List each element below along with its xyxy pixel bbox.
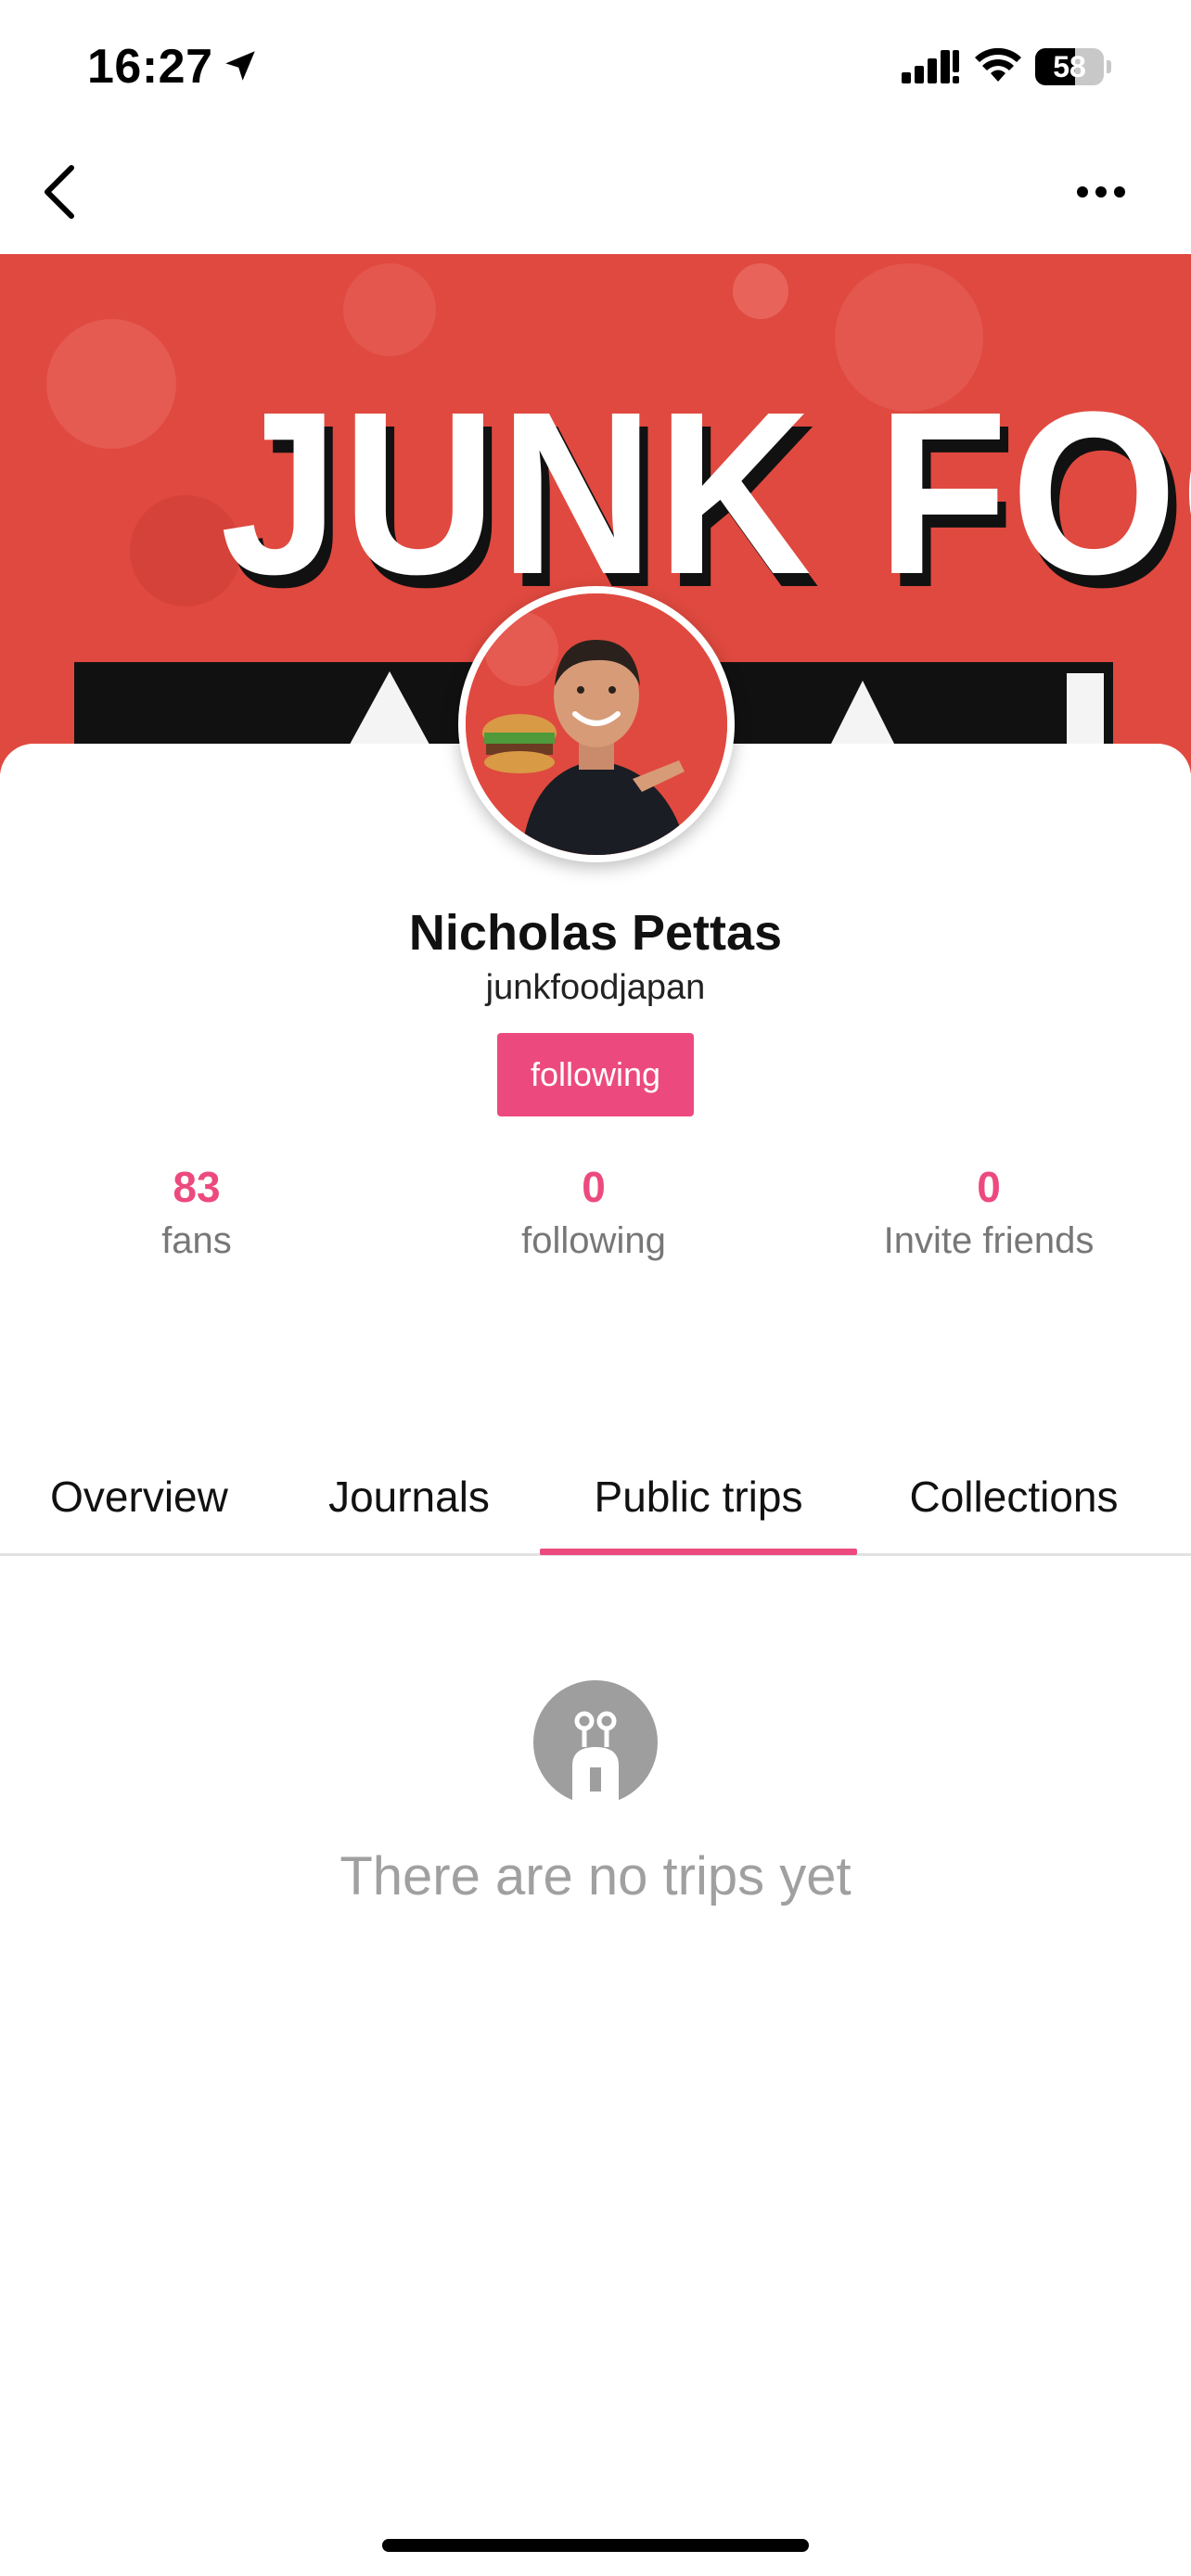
location-arrow-icon <box>225 51 255 81</box>
active-tab-indicator <box>540 1549 857 1555</box>
more-horizontal-icon <box>1077 186 1125 198</box>
fans-count: 83 <box>173 1163 221 1211</box>
profile-tabs: Overview Journals Public trips Collectio… <box>0 1437 1191 1556</box>
back-button[interactable] <box>26 158 95 226</box>
following-label: following <box>521 1220 666 1261</box>
following-button[interactable]: following <box>497 1033 694 1116</box>
home-indicator <box>382 2539 809 2552</box>
more-options-button[interactable] <box>1067 158 1135 226</box>
tab-collections[interactable]: Collections <box>881 1437 1146 1556</box>
profile-handle: junkfoodjapan <box>485 968 706 1007</box>
fans-label: fans <box>161 1220 232 1261</box>
invite-friends-label: Invite friends <box>883 1220 1095 1261</box>
tab-public-trips[interactable]: Public trips <box>540 1437 857 1556</box>
nav-bar <box>0 130 1191 254</box>
cellular-signal-icon <box>902 50 959 83</box>
battery-level: 58 <box>1053 50 1086 83</box>
profile-stats: 83 fans 0 following 0 Invite friends <box>0 1159 1191 1270</box>
invite-friends-count: 0 <box>977 1163 1001 1211</box>
avatar-photo <box>466 593 727 855</box>
chevron-left-icon <box>45 165 74 219</box>
wifi-icon <box>975 47 1021 82</box>
empty-state-message: There are no trips yet <box>339 1846 852 1906</box>
avatar <box>458 586 735 862</box>
status-bar: 16:27 58 <box>0 0 1191 130</box>
stat-invite-friends[interactable]: 0 Invite friends <box>803 1159 1174 1267</box>
empty-trips-icon <box>533 1680 658 1804</box>
following-count: 0 <box>582 1163 606 1211</box>
tab-journals[interactable]: Journals <box>297 1437 521 1556</box>
svg-text:JUNK FOOD: JUNK FOOD <box>220 363 1191 622</box>
tab-overview[interactable]: Overview <box>19 1437 260 1556</box>
banner-title: JUNK FOOD <box>220 363 1191 622</box>
battery-icon: 58 <box>1035 48 1111 85</box>
stat-following[interactable]: 0 following <box>408 1159 779 1267</box>
profile-name: Nicholas Pettas <box>408 905 783 961</box>
profile-card <box>0 744 1191 2576</box>
stat-fans[interactable]: 83 fans <box>11 1159 382 1267</box>
status-time: 16:27 <box>87 40 213 94</box>
